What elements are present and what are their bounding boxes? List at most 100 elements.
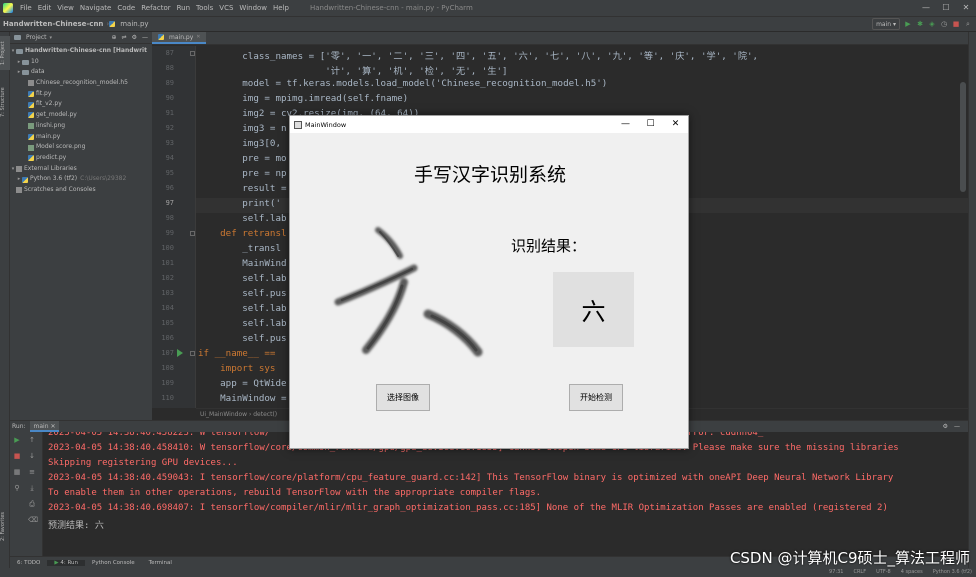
menu-vcs[interactable]: VCS	[216, 4, 236, 12]
console-line: To enable them in other operations, rebu…	[48, 488, 542, 498]
search-icon[interactable]: ⌕	[964, 20, 972, 28]
window-title: Handwritten-Chinese-cnn - main.py - PyCh…	[310, 4, 473, 12]
stop-icon[interactable]: ■	[13, 452, 21, 460]
tree-item-file[interactable]: fit.py	[10, 89, 152, 100]
tree-item-external-libraries[interactable]: ▾ External Libraries	[10, 164, 152, 175]
tree-item-file[interactable]: get_model.py	[10, 110, 152, 121]
hide-icon[interactable]: —	[142, 34, 148, 41]
code-line: _transl	[198, 243, 281, 254]
tree-item-root[interactable]: ▾ Handwritten-Chinese-cnn [Handwrit	[10, 46, 152, 57]
stop-icon[interactable]: ■	[952, 20, 960, 28]
python-console-tool-tab[interactable]: Python Console	[85, 560, 142, 566]
folder-icon	[22, 59, 29, 65]
menu-refactor[interactable]: Refactor	[138, 4, 173, 12]
tree-item-folder-10[interactable]: ▸ 10	[10, 57, 152, 68]
tree-item-file[interactable]: Chinese_recognition_model.h5	[10, 78, 152, 89]
run-tool-tab-label: 4: Run	[60, 559, 78, 566]
tree-item-file[interactable]: linshi.png	[10, 121, 152, 132]
profile-icon[interactable]: ◷	[940, 20, 948, 28]
menu-help[interactable]: Help	[270, 4, 292, 12]
close-icon[interactable]: ✕	[663, 116, 688, 133]
editor-scrollbar[interactable]	[960, 82, 966, 192]
menu-view[interactable]: View	[54, 4, 77, 12]
python-file-icon	[109, 21, 116, 27]
close-icon[interactable]: ✕	[956, 0, 976, 16]
maximize-icon[interactable]: ☐	[638, 116, 663, 133]
tree-item-label: main.py	[36, 132, 61, 140]
menu-run[interactable]: Run	[174, 4, 193, 12]
print-icon[interactable]: ⎙	[28, 500, 36, 508]
todo-tool-tab[interactable]: 6: TODO	[10, 560, 47, 566]
tree-item-file[interactable]: Model score.png	[10, 142, 152, 153]
tree-item-label: External Libraries	[24, 164, 77, 172]
project-icon	[14, 35, 21, 40]
run-tool-tab[interactable]: ▶ 4: Run	[47, 559, 85, 566]
collapse-icon[interactable]: ⇌	[122, 34, 127, 41]
dialog-controls: — ☐ ✕	[613, 116, 688, 133]
python-file-icon	[28, 133, 34, 140]
close-tab-icon[interactable]: ✕	[196, 34, 200, 40]
tree-item-path: C:\Users\29382	[80, 175, 127, 183]
tree-item-label: Python 3.6 (tf2)	[30, 175, 78, 183]
menu-tools[interactable]: Tools	[193, 4, 216, 12]
minimize-icon[interactable]: —	[916, 0, 936, 16]
down-arrow-icon[interactable]: ↓	[28, 452, 36, 460]
code-line: self.pus	[198, 288, 287, 299]
tree-item-scratches[interactable]: Scratches and Consoles	[10, 185, 152, 196]
maximize-icon[interactable]: ☐	[936, 0, 956, 16]
menu-edit[interactable]: Edit	[35, 4, 55, 12]
project-tool-tab[interactable]: 1: Project	[0, 36, 10, 70]
indent-setting[interactable]: 4 spaces	[901, 569, 923, 575]
line-separator[interactable]: CRLF	[853, 569, 866, 575]
menu-navigate[interactable]: Navigate	[77, 4, 114, 12]
gear-icon[interactable]: ⚙	[132, 34, 137, 41]
menu-window[interactable]: Window	[236, 4, 270, 12]
tree-item-folder-data[interactable]: ▸ data	[10, 67, 152, 78]
window-controls: — ☐ ✕	[916, 0, 976, 16]
trash-icon[interactable]: ⌫	[28, 516, 38, 524]
code-line: class_names = ['零', '一', '二', '三', '四', …	[198, 51, 759, 62]
run-icon: ▶	[54, 559, 59, 566]
terminal-tool-tab[interactable]: Terminal	[142, 560, 179, 566]
hide-icon[interactable]: —	[954, 423, 960, 430]
menu-file[interactable]: File	[17, 4, 35, 12]
minimize-icon[interactable]: —	[613, 116, 638, 133]
up-arrow-icon[interactable]: ↑	[28, 436, 36, 444]
run-toolbar: ▶ ■ ▦ ⚲ ↑ ↓ ≡ ⤓ ⎙ ⌫	[10, 432, 43, 556]
tree-item-file[interactable]: fit_v2.py	[10, 99, 152, 110]
run-icon[interactable]: ▶	[904, 20, 912, 28]
scroll-to-end-icon[interactable]: ⤓	[28, 484, 36, 492]
restore-layout-icon[interactable]: ▦	[13, 468, 21, 476]
pin-icon[interactable]: ⚲	[13, 484, 21, 492]
run-config-select[interactable]: main ▾	[872, 18, 900, 30]
coverage-icon[interactable]: ◈	[928, 20, 936, 28]
start-detect-button[interactable]: 开始检测	[569, 384, 623, 411]
result-display: 六	[553, 272, 634, 347]
select-image-button[interactable]: 选择图像	[376, 384, 430, 411]
image-file-icon	[28, 123, 34, 130]
project-panel-title[interactable]: Project	[26, 34, 47, 41]
interpreter-status[interactable]: Python 3.6 (tf2)	[933, 569, 972, 575]
rerun-icon[interactable]: ▶	[13, 436, 21, 444]
breadcrumb-file[interactable]: main.py	[117, 20, 151, 28]
menu-code[interactable]: Code	[114, 4, 138, 12]
structure-tool-tab[interactable]: 7: Structure	[0, 80, 10, 124]
tree-item-file[interactable]: main.py	[10, 132, 152, 143]
breadcrumb-project[interactable]: Handwritten-Chinese-cnn	[0, 20, 106, 28]
code-line: result =	[198, 183, 287, 194]
dialog-title: MainWindow	[305, 120, 347, 129]
debug-icon[interactable]: ✱	[916, 20, 924, 28]
run-tab-main[interactable]: main ✕	[29, 421, 60, 432]
tree-item-python-sdk[interactable]: ▸ Python 3.6 (tf2) C:\Users\29382	[10, 174, 152, 185]
tree-item-file[interactable]: predict.py	[10, 153, 152, 164]
favorites-tool-tab[interactable]: 2: Favorites	[0, 504, 10, 548]
caret-position[interactable]: 97:31	[829, 569, 843, 575]
code-line: self.lab	[198, 303, 287, 314]
file-encoding[interactable]: UTF-8	[876, 569, 891, 575]
soft-wrap-icon[interactable]: ≡	[28, 468, 36, 476]
console-output[interactable]: 2023-04-05 14:38:40.458223: W tensorflow…	[43, 432, 968, 556]
locate-icon[interactable]: ⊕	[112, 34, 117, 41]
editor-tab-main[interactable]: main.py ✕	[152, 32, 207, 44]
chevron-down-icon[interactable]: ▾	[50, 35, 53, 41]
gear-icon[interactable]: ⚙	[943, 423, 948, 430]
